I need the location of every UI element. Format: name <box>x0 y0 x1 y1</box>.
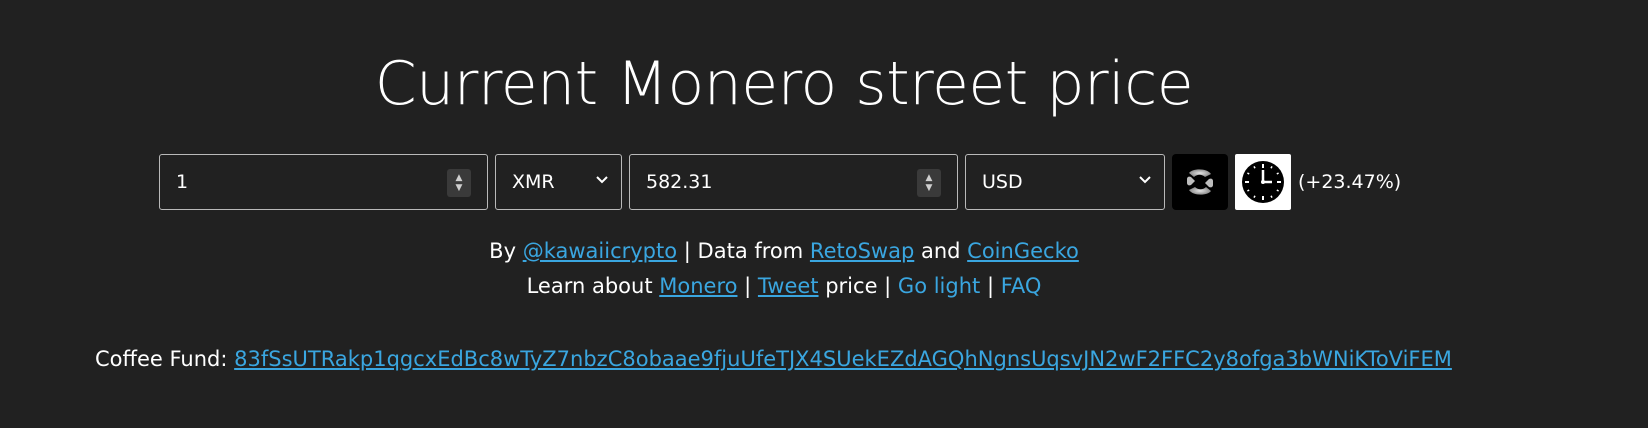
price-change-percent: (+23.47%) <box>1298 171 1402 193</box>
go-light-link[interactable]: Go light <box>898 274 980 298</box>
to-amount-stepper[interactable]: ▲ ▼ <box>917 169 941 197</box>
to-amount-value: 582.31 <box>646 171 713 193</box>
page-title: Current Monero street price <box>374 49 1194 119</box>
stepper-down-icon[interactable]: ▼ <box>926 183 933 193</box>
from-amount-input[interactable]: 1 ▲ ▼ <box>159 154 488 210</box>
page: Current Monero street price 1 ▲ ▼ XMR 58… <box>0 0 1648 428</box>
from-amount-stepper[interactable]: ▲ ▼ <box>447 169 471 197</box>
history-button[interactable] <box>1235 154 1291 210</box>
separator: | <box>986 274 995 298</box>
separator: | <box>744 274 752 298</box>
from-currency-value: XMR <box>512 171 555 193</box>
author-link[interactable]: @kawaiicrypto <box>523 239 677 263</box>
stepper-down-icon[interactable]: ▼ <box>456 183 463 193</box>
stepper-up-icon[interactable]: ▲ <box>926 173 933 183</box>
chevron-down-icon <box>1138 173 1152 189</box>
chevron-down-icon <box>595 173 609 189</box>
retoswap-link[interactable]: RetoSwap <box>810 239 914 263</box>
coffee-fund-label: Coffee Fund: <box>95 347 228 371</box>
from-currency-select[interactable]: XMR <box>495 154 622 210</box>
credits-line-1: By @kawaiicrypto | Data from RetoSwap an… <box>0 236 1568 266</box>
coffee-fund-address-link[interactable]: 83fSsUTRakp1qgcxEdBc8wTyZ7nbzC8obaae9fju… <box>234 347 1452 371</box>
clock-icon <box>1242 161 1284 203</box>
credits-by: By <box>489 239 517 263</box>
tweet-link[interactable]: Tweet <box>758 274 819 298</box>
credits-learn: Learn about <box>526 274 653 298</box>
coingecko-link[interactable]: CoinGecko <box>967 239 1079 263</box>
stepper-up-icon[interactable]: ▲ <box>456 173 463 183</box>
to-currency-select[interactable]: USD <box>965 154 1165 210</box>
to-currency-value: USD <box>982 171 1023 193</box>
converter-row: 1 ▲ ▼ XMR 582.31 ▲ ▼ USD (+23.47%) <box>159 154 1401 210</box>
credits-line-2: Learn about Monero | Tweet price | Go li… <box>0 271 1568 301</box>
retoswap-button[interactable] <box>1172 154 1228 210</box>
credits-and: and <box>920 239 961 263</box>
retoswap-logo-icon <box>1187 169 1213 195</box>
from-amount-value: 1 <box>176 171 189 193</box>
to-amount-input[interactable]: 582.31 ▲ ▼ <box>629 154 958 210</box>
monero-link[interactable]: Monero <box>659 274 737 298</box>
coffee-fund: Coffee Fund: 83fSsUTRakp1qgcxEdBc8wTyZ7n… <box>95 344 1452 374</box>
credits-price: price | <box>825 274 892 298</box>
credits-data-from: | Data from <box>683 239 804 263</box>
faq-link[interactable]: FAQ <box>1001 274 1042 298</box>
